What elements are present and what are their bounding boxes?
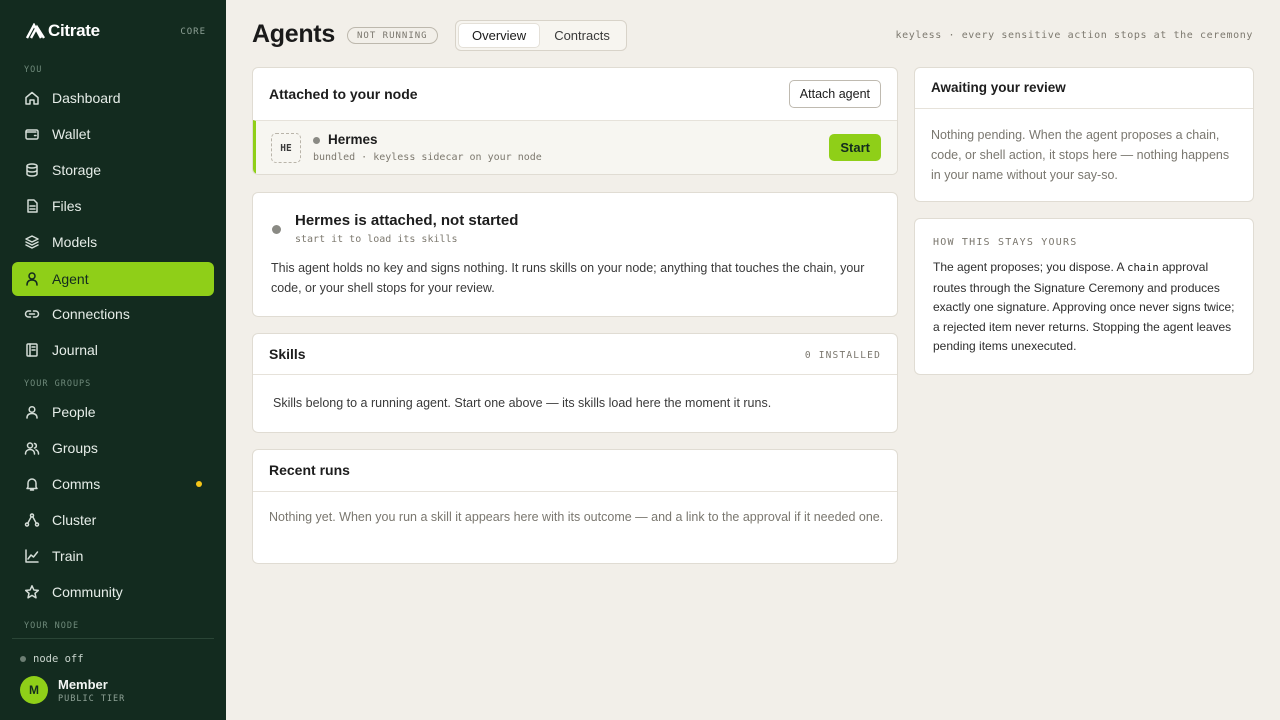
view-tabs: Overview Contracts [455, 20, 627, 51]
sidebar-item-label: Community [52, 584, 123, 600]
tab-overview[interactable]: Overview [459, 24, 540, 47]
brand-name: Citrate [48, 21, 100, 40]
agent-status-card: Hermes is attached, not started start it… [252, 192, 898, 317]
home-icon [25, 91, 39, 105]
agent-row[interactable]: HE Hermes bundled · keyless sidecar on y… [253, 120, 897, 174]
section-label-you: YOU [24, 65, 43, 75]
bell-icon [26, 478, 38, 491]
agent-badge: HE [271, 133, 301, 163]
sidebar: Citrate CORE YOU Dashboard Wallet Storag… [0, 0, 226, 720]
book-icon [26, 343, 38, 357]
citrate-logo-icon [26, 23, 46, 39]
sidebar-item-label: Wallet [52, 126, 91, 142]
sidebar-item-label: Comms [52, 476, 101, 492]
user-name: Member [58, 676, 108, 692]
sidebar-item-label: People [52, 404, 96, 420]
recent-runs-card: Recent runs Nothing yet. When you run a … [252, 449, 898, 564]
skills-card: Skills 0 INSTALLED Skills belong to a ru… [252, 333, 898, 433]
sidebar-item-storage[interactable]: Storage [12, 153, 214, 187]
layers-icon [25, 235, 39, 249]
status-badge: NOT RUNNING [347, 27, 438, 44]
recent-runs-empty-text: Nothing yet. When you run a skill it app… [269, 510, 884, 524]
sidebar-item-agent[interactable]: Agent [12, 262, 214, 296]
tab-contracts[interactable]: Contracts [541, 24, 623, 47]
skills-title: Skills [269, 346, 306, 362]
review-title: Awaiting your review [931, 80, 1066, 95]
section-label-node: YOUR NODE [24, 621, 80, 631]
sidebar-item-label: Agent [52, 271, 89, 287]
wallet-icon [25, 129, 39, 140]
database-icon [26, 163, 38, 177]
agent-icon [26, 272, 38, 286]
sidebar-item-dashboard[interactable]: Dashboard [12, 81, 214, 115]
sidebar-item-people[interactable]: People [12, 395, 214, 429]
notification-dot [196, 481, 202, 487]
skills-count: 0 INSTALLED [804, 350, 881, 361]
sidebar-item-label: Storage [52, 162, 102, 178]
section-label-groups: YOUR GROUPS [24, 379, 92, 389]
star-icon [24, 585, 40, 599]
header-note: keyless · every sensitive action stops a… [895, 30, 1253, 41]
sidebar-item-cluster[interactable]: Cluster [12, 503, 214, 537]
attached-card: Attached to your node Attach agent HE He… [252, 67, 898, 175]
link-icon [24, 310, 40, 318]
node-status-dot [20, 656, 26, 662]
sidebar-item-label: Dashboard [52, 90, 121, 106]
sidebar-item-label: Train [52, 548, 84, 564]
sidebar-divider [12, 638, 214, 639]
sidebar-item-label: Cluster [52, 512, 97, 528]
user-profile[interactable]: M Member PUBLIC TIER [20, 676, 125, 704]
sidebar-item-label: Models [52, 234, 98, 250]
node-status-label: node off [33, 653, 84, 665]
how-code-chain: chain [1127, 262, 1159, 274]
skills-empty-text: Skills belong to a running agent. Start … [273, 396, 772, 410]
attach-agent-button[interactable]: Attach agent [788, 80, 881, 108]
agent-name: Hermes [328, 132, 378, 147]
sidebar-item-comms[interactable]: Comms [12, 467, 214, 501]
how-card: HOW THIS STAYS YOURS The agent proposes;… [914, 218, 1254, 375]
sidebar-item-community[interactable]: Community [12, 575, 214, 609]
attached-card-title: Attached to your node [269, 86, 418, 102]
status-body: This agent holds no key and signs nothin… [271, 261, 865, 295]
sidebar-item-wallet[interactable]: Wallet [12, 117, 214, 151]
sidebar-item-label: Journal [52, 342, 98, 358]
page-title: Agents [252, 20, 335, 48]
how-body: The agent proposes; you dispose. A chain… [933, 258, 1239, 357]
how-body-part1: The agent proposes; you dispose. A [933, 260, 1128, 274]
agent-meta: bundled · keyless sidecar on your node [313, 152, 542, 163]
recent-runs-title: Recent runs [269, 462, 350, 478]
users-icon [24, 442, 40, 455]
sidebar-item-label: Connections [52, 306, 130, 322]
review-empty-text: Nothing pending. When the agent proposes… [931, 128, 1230, 182]
review-card: Awaiting your review Nothing pending. Wh… [914, 67, 1254, 202]
start-agent-button[interactable]: Start [829, 134, 881, 161]
card-divider [253, 491, 897, 492]
sidebar-item-groups[interactable]: Groups [12, 431, 214, 465]
chart-icon [25, 549, 39, 563]
avatar: M [20, 676, 48, 704]
cluster-icon [24, 513, 40, 527]
status-title: Hermes is attached, not started [295, 212, 519, 229]
card-divider [915, 108, 1253, 109]
status-indicator-dot [272, 225, 281, 234]
how-title: HOW THIS STAYS YOURS [933, 237, 1078, 248]
node-status: node off [20, 653, 84, 665]
sidebar-item-label: Files [52, 198, 82, 214]
sidebar-item-train[interactable]: Train [12, 539, 214, 573]
sidebar-item-label: Groups [52, 440, 98, 456]
brand-tag: CORE [180, 27, 206, 37]
user-tier: PUBLIC TIER [58, 693, 126, 704]
sidebar-item-files[interactable]: Files [12, 189, 214, 223]
file-icon [27, 199, 38, 213]
sidebar-item-connections[interactable]: Connections [12, 297, 214, 331]
status-subtitle: start it to load its skills [295, 234, 458, 245]
brand-logo[interactable]: Citrate [26, 21, 100, 41]
user-icon [26, 405, 38, 419]
card-divider [253, 374, 897, 375]
agent-status-dot [313, 137, 320, 144]
sidebar-item-models[interactable]: Models [12, 225, 214, 259]
sidebar-item-journal[interactable]: Journal [12, 333, 214, 367]
